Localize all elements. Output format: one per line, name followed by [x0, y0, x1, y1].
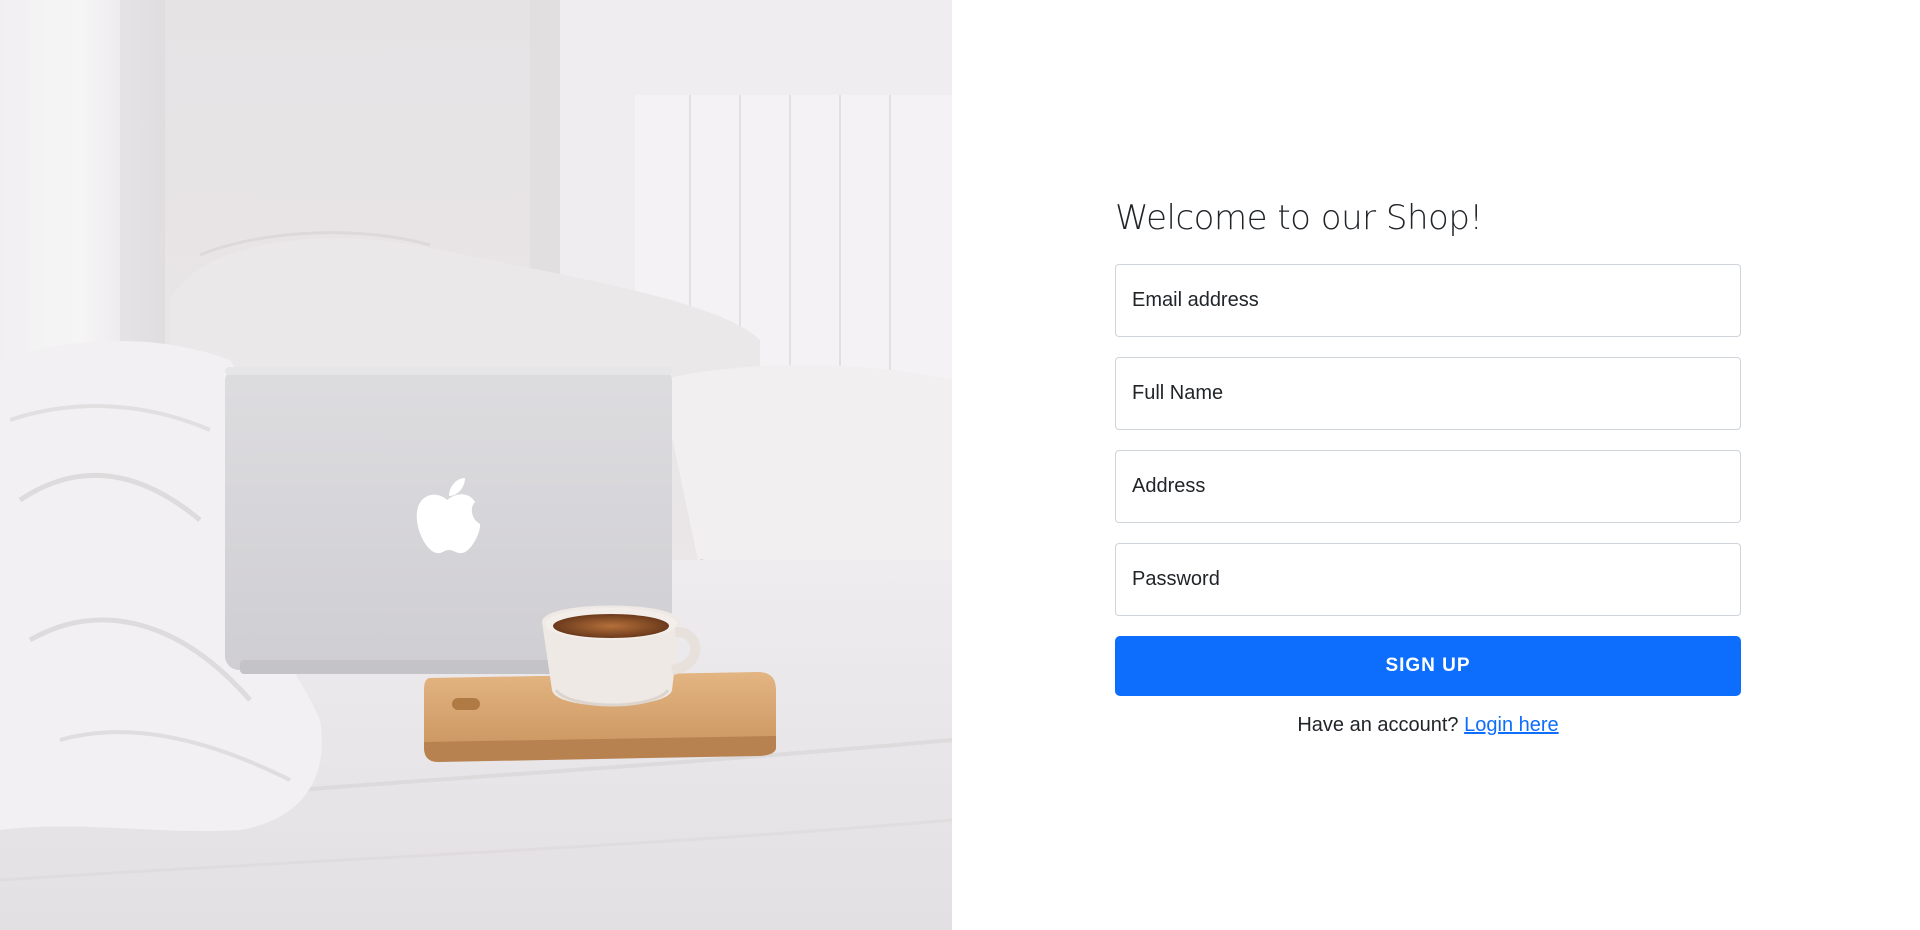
hero-image: [0, 0, 952, 930]
full-name-field[interactable]: [1115, 357, 1741, 430]
email-field[interactable]: [1115, 264, 1741, 337]
login-prompt: Have an account? Login here: [1115, 712, 1741, 738]
signup-panel: Welcome to our Shop! SIGN UP Have an acc…: [952, 0, 1920, 930]
page-title: Welcome to our Shop!: [1115, 198, 1483, 238]
account-prompt-text: Have an account?: [1297, 714, 1459, 736]
password-field[interactable]: [1115, 543, 1741, 616]
signup-form: Welcome to our Shop! SIGN UP Have an acc…: [1115, 196, 1741, 738]
login-link[interactable]: Login here: [1464, 714, 1559, 736]
signup-page: Welcome to our Shop! SIGN UP Have an acc…: [0, 0, 1920, 930]
address-field[interactable]: [1115, 450, 1741, 523]
sign-up-button[interactable]: SIGN UP: [1115, 636, 1741, 696]
bedroom-laptop-coffee-illustration: [0, 0, 952, 930]
